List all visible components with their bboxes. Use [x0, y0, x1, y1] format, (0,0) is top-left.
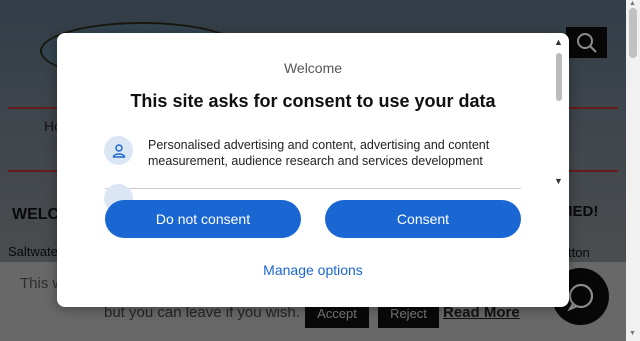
dialog-scrollbar-thumb[interactable] [556, 53, 562, 101]
consent-dialog: Welcome This site asks for consent to us… [57, 33, 569, 307]
scroll-down-arrow-icon[interactable]: ▼ [629, 330, 636, 337]
dialog-title: This site asks for consent to use your d… [130, 91, 496, 111]
scroll-down-arrow-icon[interactable]: ▼ [554, 176, 563, 186]
dialog-welcome: Welcome [283, 60, 343, 76]
page-scrollbar-thumb[interactable] [629, 8, 637, 58]
dialog-scrollbar[interactable]: ▲ ▼ [553, 37, 563, 186]
scroll-up-arrow-icon[interactable]: ▲ [629, 0, 636, 7]
person-icon [104, 136, 133, 165]
purpose-text: Personalised advertising and content, ad… [148, 138, 490, 168]
do-not-consent-button[interactable]: Do not consent [105, 200, 301, 238]
page-scrollbar[interactable]: ▲ ▼ [626, 0, 640, 341]
scroll-up-arrow-icon[interactable]: ▲ [554, 37, 563, 47]
consent-button[interactable]: Consent [325, 200, 521, 238]
divider [105, 188, 521, 189]
manage-options-link[interactable]: Manage options [57, 262, 569, 278]
